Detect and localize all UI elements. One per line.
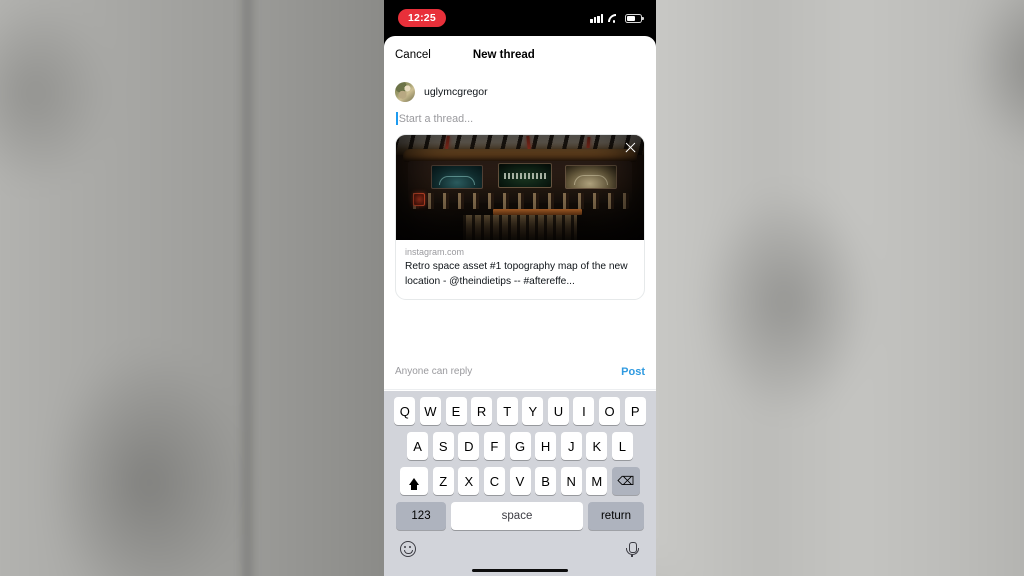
status-bar: 12:25: [384, 0, 656, 36]
keyboard-row-1: QWERTYUIOP: [384, 397, 656, 425]
wifi-icon: [608, 14, 620, 23]
key-a[interactable]: A: [407, 432, 429, 460]
composer-footer: Anyone can reply Post: [384, 354, 656, 390]
backspace-key[interactable]: ⌫: [611, 467, 640, 495]
phone-screen: 12:25 Cancel New thread uglymcgregor Sta…: [384, 0, 656, 576]
key-m[interactable]: M: [586, 467, 608, 495]
keyboard-row-3: ZXCVBNM ⌫: [384, 467, 656, 495]
post-button[interactable]: Post: [621, 366, 645, 378]
thread-composer: uglymcgregor Start a thread... instagram…: [384, 74, 656, 300]
key-o[interactable]: O: [599, 397, 621, 425]
avatar[interactable]: [395, 82, 415, 102]
composer-user-row: uglymcgregor: [395, 74, 645, 102]
key-p[interactable]: P: [624, 397, 646, 425]
link-preview-meta: instagram.com Retro space asset #1 topog…: [396, 240, 644, 299]
backspace-icon: ⌫: [617, 474, 635, 488]
status-bar-clock-recording-pill[interactable]: 12:25: [398, 8, 446, 28]
key-x[interactable]: X: [458, 467, 480, 495]
microphone-icon[interactable]: [624, 541, 640, 557]
shift-arrow-icon: [409, 477, 420, 490]
link-domain-label: instagram.com: [405, 247, 465, 257]
keyboard-row-4: 123 space return: [384, 502, 656, 530]
key-r[interactable]: R: [471, 397, 493, 425]
key-i[interactable]: I: [573, 397, 595, 425]
key-q[interactable]: Q: [394, 397, 416, 425]
key-v[interactable]: V: [509, 467, 531, 495]
key-n[interactable]: N: [560, 467, 582, 495]
key-y[interactable]: Y: [522, 397, 544, 425]
close-icon[interactable]: [624, 141, 637, 154]
key-u[interactable]: U: [547, 397, 569, 425]
numbers-key[interactable]: 123: [396, 502, 446, 530]
new-thread-sheet: Cancel New thread uglymcgregor Start a t…: [384, 36, 656, 576]
space-key[interactable]: space: [451, 502, 583, 530]
link-preview-card[interactable]: instagram.com Retro space asset #1 topog…: [395, 134, 645, 300]
key-w[interactable]: W: [419, 397, 441, 425]
key-b[interactable]: B: [535, 467, 557, 495]
key-d[interactable]: D: [458, 432, 480, 460]
text-cursor: [396, 112, 398, 125]
shift-key[interactable]: [400, 467, 429, 495]
username-label: uglymcgregor: [424, 86, 488, 98]
sheet-nav-bar: Cancel New thread: [384, 36, 656, 74]
emoji-icon[interactable]: [400, 541, 416, 557]
key-c[interactable]: C: [483, 467, 505, 495]
thread-text-input[interactable]: Start a thread...: [395, 102, 645, 132]
key-g[interactable]: G: [509, 432, 531, 460]
on-screen-keyboard: QWERTYUIOP ASDFGHJKL ZXCVBNM ⌫ 123 space…: [384, 391, 656, 576]
reply-scope-button[interactable]: Anyone can reply: [395, 366, 472, 377]
key-j[interactable]: J: [560, 432, 582, 460]
battery-icon: [625, 13, 644, 23]
key-k[interactable]: K: [586, 432, 608, 460]
key-e[interactable]: E: [445, 397, 467, 425]
key-l[interactable]: L: [611, 432, 633, 460]
key-t[interactable]: T: [496, 397, 518, 425]
return-key[interactable]: return: [588, 502, 644, 530]
key-f[interactable]: F: [483, 432, 505, 460]
thread-input-placeholder: Start a thread...: [398, 112, 474, 125]
keyboard-bottom-bar: [384, 537, 656, 557]
home-indicator[interactable]: [472, 568, 568, 572]
key-h[interactable]: H: [535, 432, 557, 460]
link-title-label: Retro space asset #1 topography map of t…: [405, 261, 628, 287]
status-bar-icons: [590, 13, 644, 23]
wall-seam-line: [243, 0, 252, 576]
signal-bars-icon: [590, 13, 603, 23]
key-z[interactable]: Z: [432, 467, 454, 495]
link-preview-image: [396, 135, 644, 240]
key-s[interactable]: S: [432, 432, 454, 460]
keyboard-row-2: ASDFGHJKL: [384, 432, 656, 460]
page-title: New thread: [472, 49, 535, 61]
cancel-button[interactable]: Cancel: [395, 49, 431, 61]
